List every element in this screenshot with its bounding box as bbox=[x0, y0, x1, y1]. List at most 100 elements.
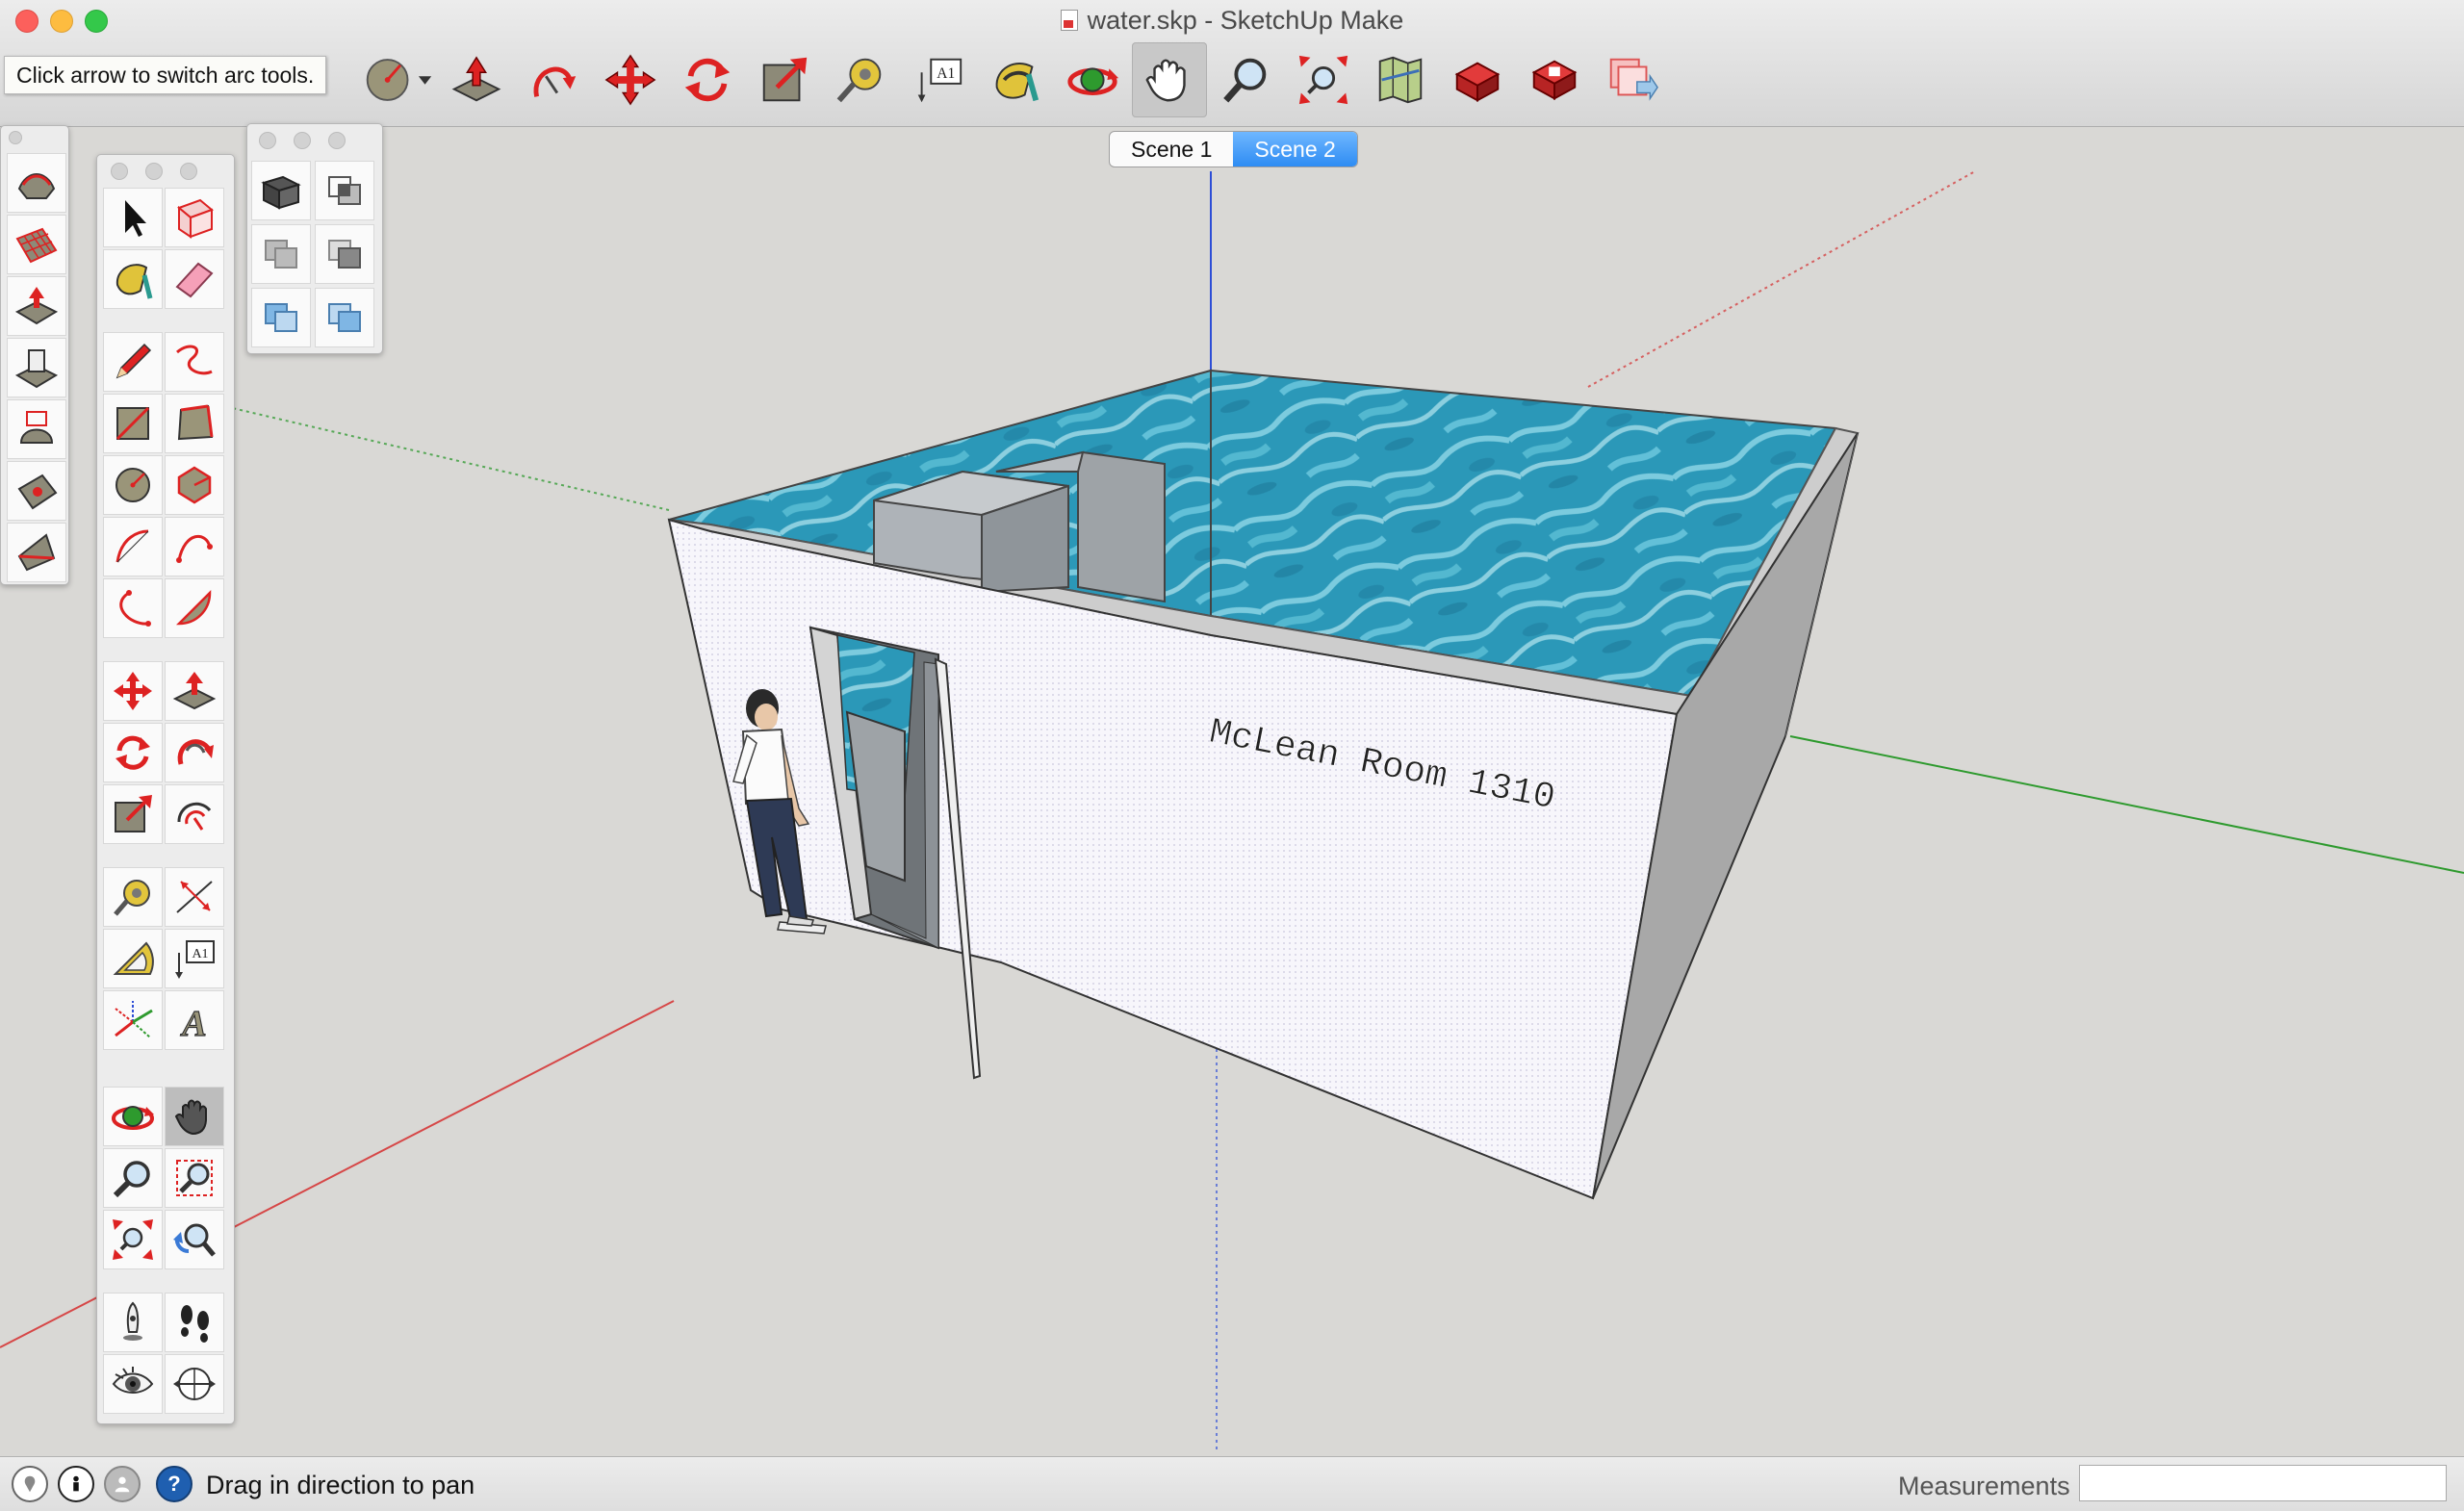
pan-button[interactable] bbox=[1132, 42, 1207, 117]
offset-tool-button[interactable] bbox=[165, 784, 224, 844]
zoom-window-tool-button[interactable] bbox=[165, 1148, 224, 1208]
zoom-button[interactable] bbox=[1209, 42, 1284, 117]
add-location-button[interactable] bbox=[1363, 42, 1438, 117]
follow-me-button[interactable] bbox=[516, 42, 591, 117]
tape-measure-tool-button[interactable] bbox=[103, 867, 163, 927]
move-icon bbox=[114, 672, 152, 710]
palette-close-button[interactable] bbox=[111, 163, 128, 180]
intersect-icon bbox=[328, 176, 361, 205]
eraser-tool-button[interactable] bbox=[165, 249, 224, 309]
arc-tool-dropdown-button[interactable] bbox=[352, 42, 445, 117]
zoom-extents-tool-button[interactable] bbox=[103, 1210, 163, 1269]
dimension-tool-button[interactable] bbox=[165, 867, 224, 927]
rotate-tool-button[interactable] bbox=[103, 723, 163, 782]
trim-button[interactable] bbox=[251, 288, 311, 347]
scale-tool-button[interactable] bbox=[103, 784, 163, 844]
eraser-icon bbox=[175, 262, 214, 298]
union-button[interactable] bbox=[251, 224, 311, 284]
push-pull-button[interactable] bbox=[439, 42, 514, 117]
pie-tool-button[interactable] bbox=[165, 578, 224, 638]
line-tool-button[interactable] bbox=[103, 332, 163, 392]
follow-me-icon bbox=[533, 66, 577, 97]
text-tool-button[interactable]: A1 bbox=[165, 929, 224, 988]
polygon-tool-button[interactable] bbox=[165, 455, 224, 515]
3d-warehouse-button[interactable] bbox=[1440, 42, 1515, 117]
subtract-button[interactable] bbox=[315, 224, 374, 284]
rotate-icon bbox=[116, 735, 150, 770]
position-camera-tool-button[interactable] bbox=[103, 1293, 163, 1352]
push-pull-icon bbox=[172, 672, 217, 710]
send-to-layout-button[interactable] bbox=[1594, 42, 1669, 117]
circle-tool-button[interactable] bbox=[103, 455, 163, 515]
arc-tool-button[interactable] bbox=[103, 517, 163, 576]
look-around-tool-button[interactable] bbox=[103, 1354, 163, 1414]
zoom-extents-icon bbox=[113, 1219, 153, 1260]
make-component-button[interactable] bbox=[165, 188, 224, 247]
freehand-tool-button[interactable] bbox=[165, 332, 224, 392]
select-tool-button[interactable] bbox=[103, 188, 163, 247]
text-button[interactable]: A1 bbox=[901, 42, 976, 117]
palette-minimize-button[interactable] bbox=[294, 132, 311, 149]
water-room-model[interactable]: McLean Room 1310 bbox=[667, 369, 1860, 1200]
split-button[interactable] bbox=[315, 288, 374, 347]
scale-button[interactable] bbox=[747, 42, 822, 117]
credits-icon[interactable] bbox=[58, 1466, 94, 1502]
move-button[interactable] bbox=[593, 42, 668, 117]
rotate-button[interactable] bbox=[670, 42, 745, 117]
component-icon bbox=[177, 198, 214, 239]
3d-text-tool-button[interactable]: A bbox=[165, 990, 224, 1050]
move-tool-button[interactable] bbox=[103, 661, 163, 721]
orbit-button[interactable] bbox=[1055, 42, 1130, 117]
section-plane-icon bbox=[173, 1368, 216, 1400]
palette-minimize-button[interactable] bbox=[145, 163, 163, 180]
zoom-tool-button[interactable] bbox=[103, 1148, 163, 1208]
palette-zoom-button[interactable] bbox=[328, 132, 346, 149]
palette-zoom-button[interactable] bbox=[180, 163, 197, 180]
paint-bucket-button[interactable] bbox=[978, 42, 1053, 117]
sandbox-from-contours-button[interactable] bbox=[7, 153, 66, 213]
measurements-input[interactable] bbox=[2079, 1465, 2447, 1501]
drape-button[interactable] bbox=[7, 399, 66, 459]
zoom-extents-icon bbox=[1298, 55, 1348, 105]
pan-hand-icon bbox=[1145, 59, 1186, 102]
two-point-arc-tool-button[interactable] bbox=[165, 517, 224, 576]
palette-close-button[interactable] bbox=[9, 131, 22, 144]
palette-close-button[interactable] bbox=[259, 132, 276, 149]
protractor-tool-button[interactable] bbox=[103, 929, 163, 988]
walk-tool-button[interactable] bbox=[165, 1293, 224, 1352]
zoom-extents-button[interactable] bbox=[1286, 42, 1361, 117]
orbit-tool-button[interactable] bbox=[103, 1087, 163, 1146]
outer-shell-button[interactable] bbox=[251, 161, 311, 220]
text-tool-glyph: A1 bbox=[937, 65, 955, 82]
tape-measure-icon bbox=[114, 880, 150, 916]
text-icon: A1 bbox=[175, 940, 215, 979]
section-plane-tool-button[interactable] bbox=[165, 1354, 224, 1414]
sign-in-icon[interactable] bbox=[104, 1466, 141, 1502]
rotated-rectangle-icon bbox=[177, 404, 214, 441]
tape-measure-button[interactable] bbox=[824, 42, 899, 117]
rotated-rectangle-tool-button[interactable] bbox=[165, 394, 224, 453]
zoom-icon bbox=[1223, 58, 1267, 103]
rectangle-icon bbox=[116, 406, 150, 441]
pan-tool-button[interactable] bbox=[165, 1087, 224, 1146]
sandbox-from-scratch-button[interactable] bbox=[7, 215, 66, 274]
help-icon[interactable]: ? bbox=[156, 1466, 192, 1502]
layout-icon bbox=[1609, 58, 1658, 101]
add-detail-button[interactable] bbox=[7, 461, 66, 521]
axes-tool-button[interactable] bbox=[103, 990, 163, 1050]
extension-warehouse-button[interactable] bbox=[1517, 42, 1592, 117]
push-pull-tool-button[interactable] bbox=[165, 661, 224, 721]
rectangle-tool-button[interactable] bbox=[103, 394, 163, 453]
three-point-arc-tool-button[interactable] bbox=[103, 578, 163, 638]
stamp-button[interactable] bbox=[7, 338, 66, 397]
drape-icon bbox=[19, 411, 54, 444]
paint-bucket-tool-button[interactable] bbox=[103, 249, 163, 309]
follow-me-tool-button[interactable] bbox=[165, 723, 224, 782]
intersect-button[interactable] bbox=[315, 161, 374, 220]
text-tool-glyph: A1 bbox=[192, 947, 208, 961]
eye-icon bbox=[112, 1367, 154, 1394]
geo-location-icon[interactable] bbox=[12, 1466, 48, 1502]
previous-view-tool-button[interactable] bbox=[165, 1210, 224, 1269]
smoove-button[interactable] bbox=[7, 276, 66, 336]
flip-edge-button[interactable] bbox=[7, 523, 66, 582]
